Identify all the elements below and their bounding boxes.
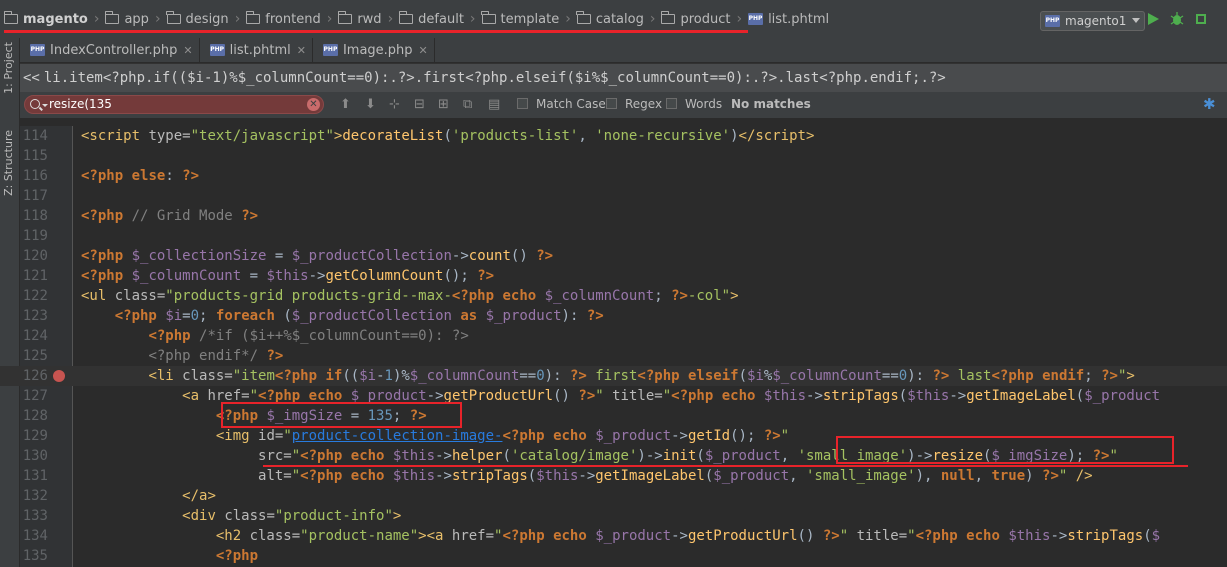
code-line[interactable]: 117 (0, 186, 1227, 206)
chevron-right-icon: › (154, 11, 161, 27)
annotation-underline (4, 30, 748, 33)
breadcrumb-item[interactable]: frontend (245, 11, 321, 27)
folder-icon (481, 11, 496, 24)
breadcrumb-root[interactable]: magento (3, 11, 88, 27)
navigation-bar: magento › app › design › frontend › rwd … (0, 0, 1227, 39)
php-file-icon: PHP (322, 44, 338, 56)
replace-icon[interactable]: ▤ (488, 98, 500, 111)
gear-icon[interactable]: ✱ (1203, 95, 1216, 113)
match-case-label: Match Case (536, 97, 606, 111)
folder-icon (166, 11, 181, 24)
chevron-right-icon: › (326, 11, 333, 27)
chevron-right-icon: › (649, 11, 656, 27)
php-file-icon: PHP (30, 44, 45, 56)
breadcrumb-item[interactable]: default (398, 11, 464, 27)
annotation-underline-src (263, 465, 1188, 467)
chevron-right-icon: › (565, 11, 571, 27)
code-line[interactable]: 122 <ul class="products-grid products-gri… (0, 286, 1227, 306)
match-case-checkbox[interactable] (517, 98, 528, 109)
annotation-box-imgsize (221, 402, 462, 428)
code-line[interactable]: 116 <?php else: ?> (0, 166, 1227, 186)
code-line[interactable]: 123 <?php $i=0; foreach ($_productCollec… (0, 306, 1227, 326)
folder-icon (3, 11, 18, 24)
chevron-right-icon: › (736, 11, 743, 27)
select-all-occurrences-icon[interactable]: ⊞ (438, 98, 449, 111)
code-line[interactable]: 133 <div class="product-info"> (0, 506, 1227, 526)
filter-icon[interactable]: ⧉ (463, 98, 472, 111)
search-input[interactable]: resize(135 ✕ (24, 95, 324, 114)
annotation-box-resize (836, 436, 1174, 464)
breadcrumb-item[interactable]: template (481, 11, 559, 27)
chevron-right-icon: › (387, 11, 394, 27)
search-value: resize(135 (49, 97, 112, 111)
code-line[interactable]: 118 <?php // Grid Mode ?> (0, 206, 1227, 226)
run-configuration-select[interactable]: PHP magento1 (1040, 11, 1146, 31)
chevron-right-icon: › (469, 11, 476, 27)
folder-icon (337, 11, 353, 24)
folder-icon (104, 11, 120, 24)
code-line[interactable]: 134 <h2 class="product-name"><a href="<?… (0, 526, 1227, 546)
context-text[interactable]: li.item<?php.if(($i-1)%$_columnCount==0)… (44, 70, 946, 86)
history-dropdown-icon[interactable] (42, 104, 48, 107)
close-icon[interactable]: ✕ (419, 44, 428, 57)
code-line[interactable]: 124 <?php /*if ($i++%$_columnCount==0): … (0, 326, 1227, 346)
folder-icon (660, 11, 676, 24)
words-label: Words (685, 97, 723, 111)
breadcrumb-file[interactable]: PHP list.phtml (748, 12, 829, 27)
code-line[interactable]: 114 <script type="text/javascript">decora… (0, 126, 1227, 146)
folder-icon (398, 11, 414, 24)
code-line[interactable]: 125 <?php endif*/ ?> (0, 346, 1227, 366)
tab-indexcontroller[interactable]: PHP IndexController.php ✕ (20, 38, 200, 62)
folder-icon (576, 11, 591, 24)
code-line[interactable]: 128 <?php $_imgSize = 135; ?> (0, 406, 1227, 426)
code-line[interactable]: 132 </a> (0, 486, 1227, 506)
arrow-down-icon[interactable]: ⬇ (365, 98, 376, 111)
editor-tabs: PHP IndexController.php ✕ PHP list.phtml ✕ P… (20, 38, 1227, 62)
remove-occurrence-icon[interactable]: ⊟ (414, 98, 425, 111)
folder-icon (245, 11, 261, 24)
php-file-icon: PHP (209, 44, 225, 56)
close-icon[interactable]: ✕ (297, 44, 306, 57)
code-line[interactable]: 121 <?php $_columnCount = $this->getColum… (0, 266, 1227, 286)
breadcrumb-item[interactable]: rwd (337, 11, 382, 27)
code-line-highlighted[interactable]: 126 <li class="item<?php if(($i-1)%$_col… (0, 366, 1227, 386)
code-line[interactable]: 127 <a href="<?php echo $_product->getPr… (0, 386, 1227, 406)
chevron-down-icon (1132, 18, 1141, 23)
php-file-icon: PHP (748, 13, 764, 25)
tab-list-phtml[interactable]: PHP list.phtml ✕ (200, 38, 313, 62)
tab-image-php[interactable]: PHP Image.php ✕ (313, 38, 435, 62)
breadcrumb-item[interactable]: app (104, 11, 149, 27)
breadcrumb-item[interactable]: design (166, 11, 229, 27)
regex-label: Regex (625, 97, 663, 111)
code-line[interactable]: 135 <?php (0, 546, 1227, 566)
search-status: No matches (731, 97, 811, 111)
close-icon[interactable]: ✕ (183, 44, 192, 57)
clear-icon[interactable]: ✕ (307, 98, 320, 111)
find-bar: resize(135 ✕ ⬆ ⬇ ⊹ ⊟ ⊞ ⧉ ▤ Match Case Re… (20, 92, 1227, 119)
chevron-right-icon: › (93, 11, 100, 27)
code-line[interactable]: 131 alt="<?php echo $this->stripTags($th… (0, 466, 1227, 486)
stop-icon[interactable] (1194, 12, 1208, 26)
breadcrumb-item[interactable]: catalog (576, 11, 644, 27)
regex-checkbox[interactable] (606, 98, 617, 109)
project-tool-tab[interactable]: 1: Project (2, 42, 15, 94)
search-icon (30, 99, 40, 109)
debug-icon[interactable] (1170, 12, 1184, 26)
code-line[interactable]: 115 (0, 146, 1227, 166)
php-file-icon: PHP (1045, 15, 1060, 27)
run-icon[interactable] (1146, 12, 1160, 26)
code-line[interactable]: 119 (0, 226, 1227, 246)
double-chevron-left-icon[interactable]: << (23, 70, 40, 86)
breakpoint-icon[interactable] (53, 370, 65, 382)
context-breadcrumb: << li.item<?php.if(($i-1)%$_columnCount==… (20, 63, 1227, 93)
code-line[interactable]: 120 <?php $_collectionSize = $_productCol… (0, 246, 1227, 266)
arrow-up-icon[interactable]: ⬆ (340, 98, 351, 111)
add-occurrence-icon[interactable]: ⊹ (389, 98, 400, 111)
chevron-right-icon: › (234, 11, 241, 27)
breadcrumb-item[interactable]: product (660, 11, 730, 27)
words-checkbox[interactable] (666, 98, 677, 109)
